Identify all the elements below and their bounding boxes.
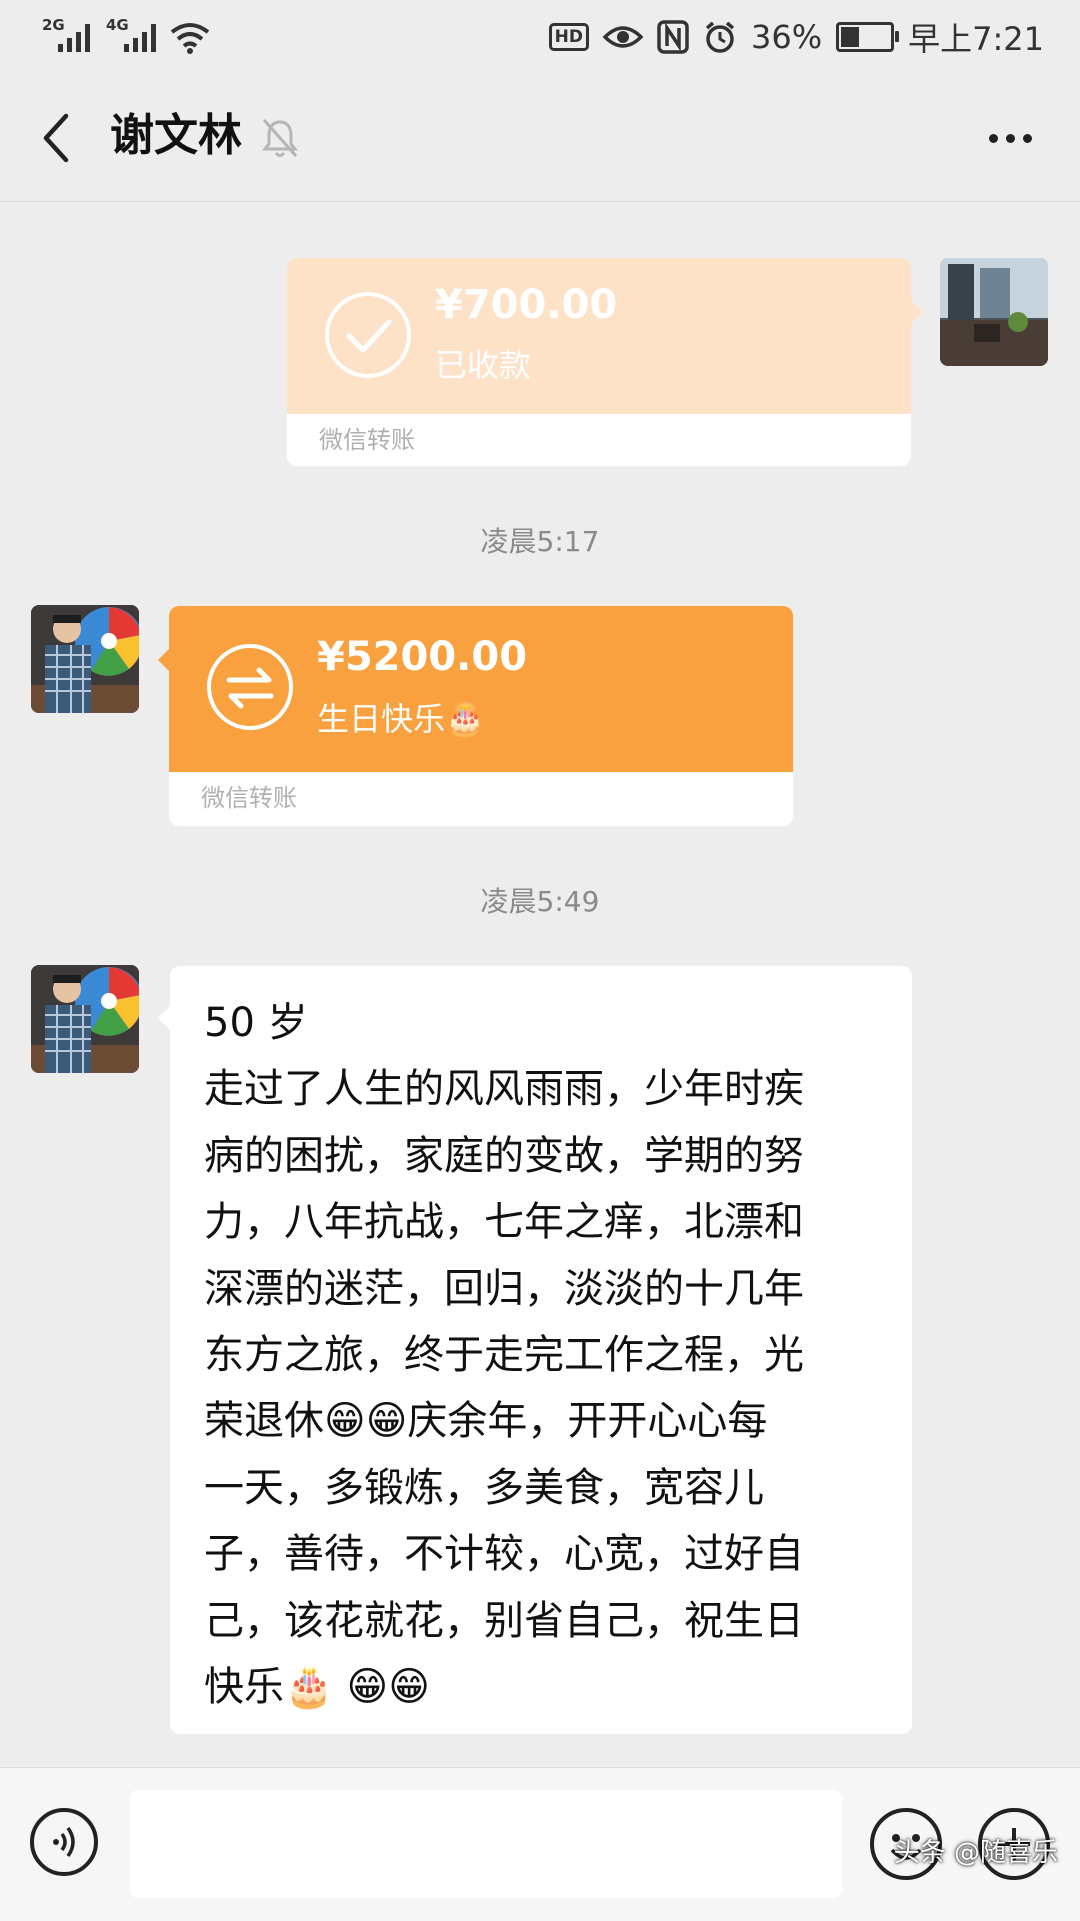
voice-input-button[interactable] [30, 1808, 98, 1876]
clock: 早上7:21 [908, 20, 1044, 58]
watermark: 头条 @随喜乐 [893, 1838, 1058, 1868]
transfer-note: 生日快乐🎂 [317, 700, 485, 738]
hd-icon: HD [548, 23, 589, 51]
avatar-contact[interactable] [31, 965, 139, 1073]
alarm-icon [705, 21, 735, 53]
check-circle-icon [325, 292, 411, 378]
chat-title: 谢文林 [110, 110, 242, 161]
nfc-icon [657, 20, 689, 54]
transfer-footer: 微信转账 [201, 784, 297, 812]
transfer-arrows-icon [207, 644, 293, 730]
message-text: 50 岁 走过了人生的风风雨雨，少年时疾 病的困扰，家庭的变故，学期的努 力，八… [204, 1000, 804, 1711]
mute-bell-icon [261, 119, 299, 157]
signal-bars-icon [58, 22, 90, 52]
back-arrow-icon[interactable] [30, 108, 90, 168]
signal-bars-icon [124, 22, 156, 52]
chat-header: 谢文林 [0, 76, 1080, 202]
transfer-status: 已收款 [435, 346, 532, 384]
voice-icon [53, 1826, 75, 1858]
status-bar: 2G 4G HD 36% 早上7:21 [0, 0, 1080, 76]
more-options-button[interactable] [980, 116, 1040, 160]
timestamp: 凌晨5:49 [480, 885, 600, 918]
transfer-message-sent[interactable]: ¥700.00 已收款 微信转账 [287, 258, 911, 466]
eye-icon [603, 26, 643, 48]
battery-icon [836, 22, 900, 52]
wifi-icon [170, 23, 210, 54]
transfer-amount: ¥5200.00 [317, 634, 528, 680]
transfer-card: ¥5200.00 生日快乐🎂 [169, 606, 793, 772]
transfer-message-received[interactable]: ¥5200.00 生日快乐🎂 微信转账 [169, 606, 793, 826]
bubble-tail [911, 300, 923, 324]
transfer-footer: 微信转账 [319, 426, 415, 454]
avatar-contact[interactable] [31, 605, 139, 713]
timestamp: 凌晨5:17 [480, 525, 600, 558]
transfer-card: ¥700.00 已收款 [287, 258, 911, 414]
avatar-self[interactable] [940, 258, 1048, 366]
bubble-tail [158, 1006, 170, 1030]
battery-percent: 36% [751, 18, 823, 56]
transfer-amount: ¥700.00 [435, 282, 618, 328]
message-input[interactable] [130, 1790, 842, 1898]
text-message[interactable]: 50 岁 走过了人生的风风雨雨，少年时疾 病的困扰，家庭的变故，学期的努 力，八… [170, 966, 912, 1734]
